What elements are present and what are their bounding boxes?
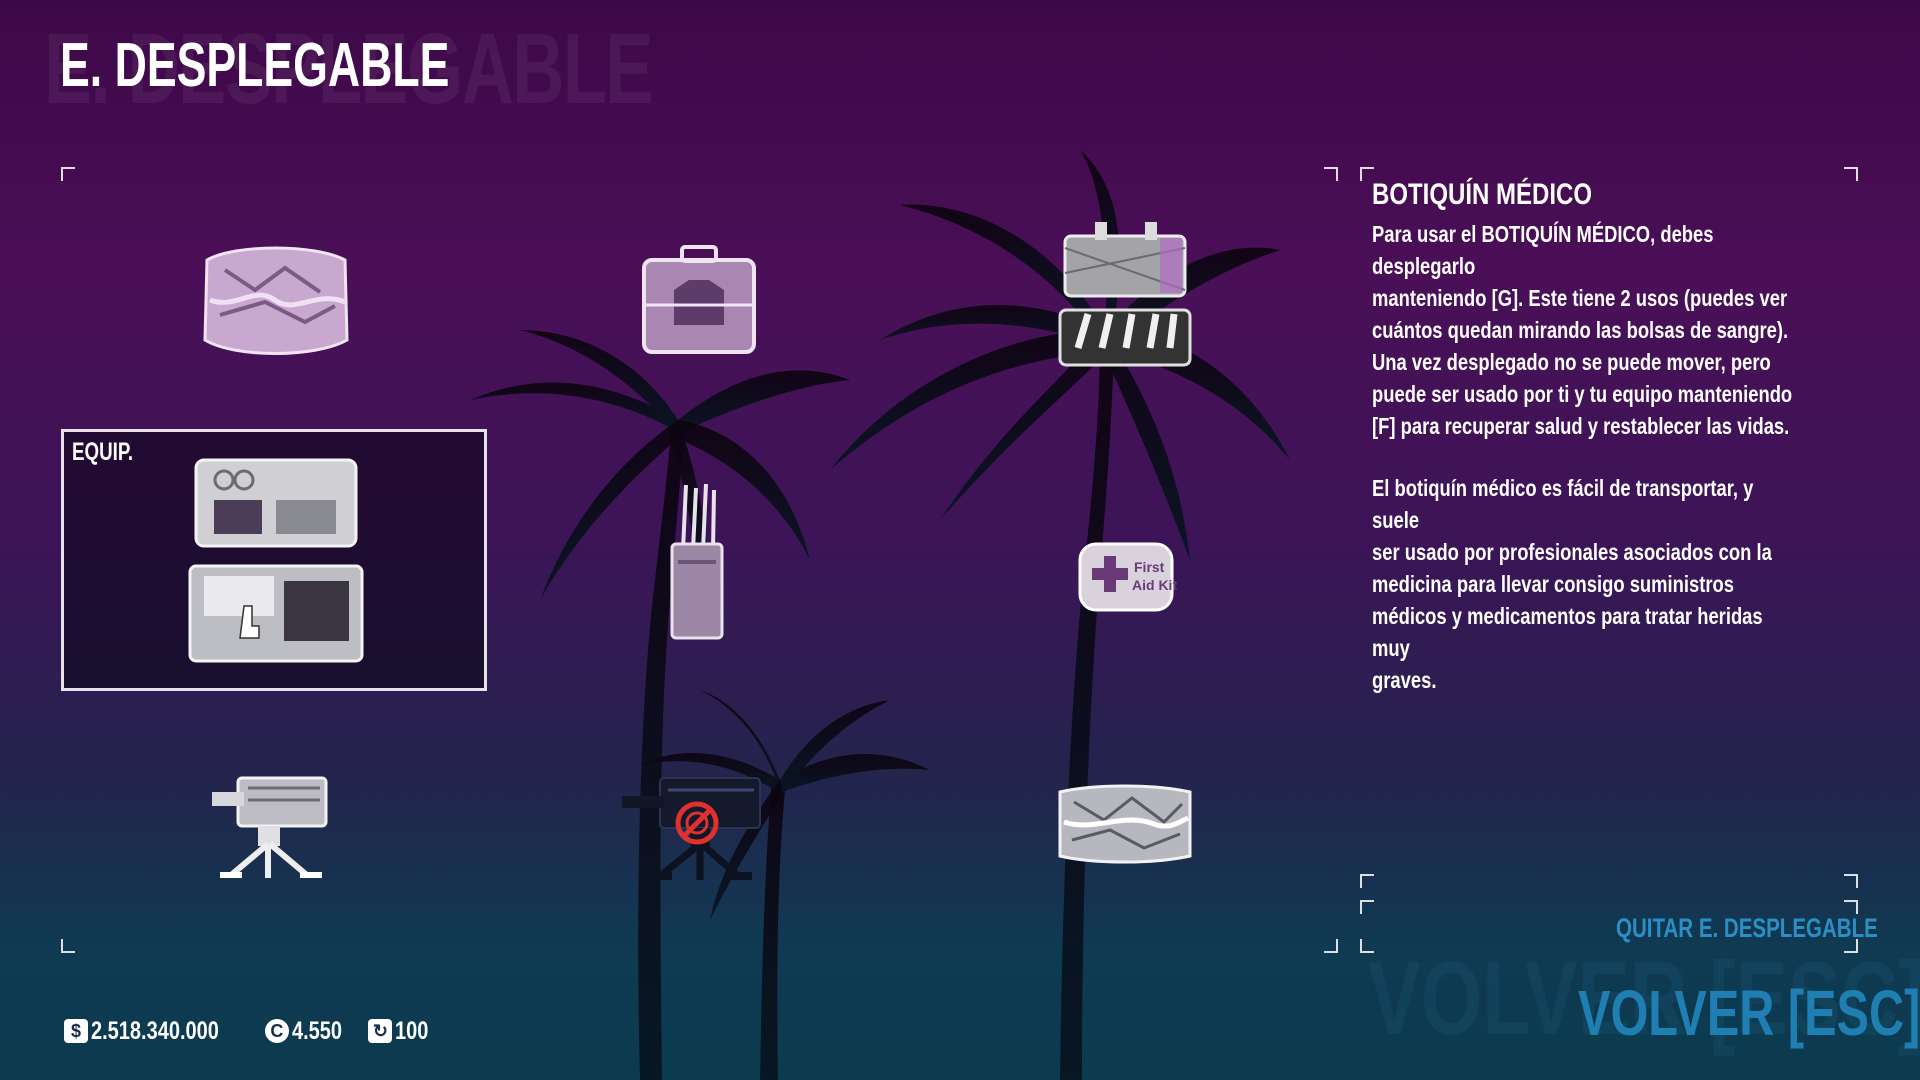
equipped-badge: EQUIP.: [72, 438, 134, 466]
grid-corner: [1324, 939, 1338, 953]
money-icon: $: [64, 1019, 88, 1043]
doctor-bag-open-icon[interactable]: [1050, 218, 1200, 378]
currency-bar: $ 2.518.340.000 C 4.550 ↻ 100: [64, 1016, 437, 1046]
level-display: ↻ 100: [368, 1017, 437, 1046]
back-button[interactable]: VOLVER [ESC]: [1578, 976, 1920, 1050]
panel-corner: [1844, 167, 1858, 181]
money-value: 2.518.340.000: [91, 1016, 219, 1045]
body-bag-case-icon[interactable]: [1054, 782, 1196, 864]
coins-icon: C: [264, 1019, 289, 1043]
suppressed-sentry-gun-icon[interactable]: [620, 772, 770, 884]
actions-corner: [1360, 900, 1374, 914]
ecm-jammer-icon[interactable]: [668, 480, 728, 640]
infamy-level-icon: ↻: [368, 1019, 393, 1043]
first-aid-kit-icon[interactable]: First Aid Kit: [1072, 538, 1177, 616]
no-entry-icon: [675, 801, 719, 845]
grid-corner: [61, 939, 75, 953]
svg-text:Aid Kit: Aid Kit: [1132, 577, 1177, 593]
item-title: BOTIQUÍN MÉDICO: [1372, 178, 1592, 211]
coins-display: C 4.550: [264, 1016, 355, 1046]
grid-corner: [1324, 167, 1338, 181]
actions-corner: [1360, 874, 1374, 888]
money-display: $ 2.518.340.000: [64, 1017, 251, 1046]
svg-text:First: First: [1134, 559, 1165, 575]
actions-corner: [1844, 874, 1858, 888]
item-flavor-text: El botiquín médico es fácil de transport…: [1372, 475, 1772, 693]
ammo-bag-icon[interactable]: [195, 240, 355, 370]
ecm-jammer-case-icon[interactable]: [634, 245, 764, 360]
coins-value: 4.550: [291, 1016, 342, 1045]
selected-item-card[interactable]: EQUIP.: [61, 429, 487, 691]
page-title: E. DESPLEGABLE: [60, 31, 450, 100]
item-description-panel: BOTIQUÍN MÉDICO Para usar el BOTIQUÍN MÉ…: [1372, 178, 1804, 696]
actions-corner: [1844, 900, 1858, 914]
level-value: 100: [395, 1016, 429, 1045]
sentry-gun-icon[interactable]: [208, 772, 333, 882]
item-usage-text: Para usar el BOTIQUÍN MÉDICO, debes desp…: [1372, 221, 1793, 439]
grid-corner: [61, 167, 75, 181]
medic-bag-icon: [184, 456, 364, 666]
